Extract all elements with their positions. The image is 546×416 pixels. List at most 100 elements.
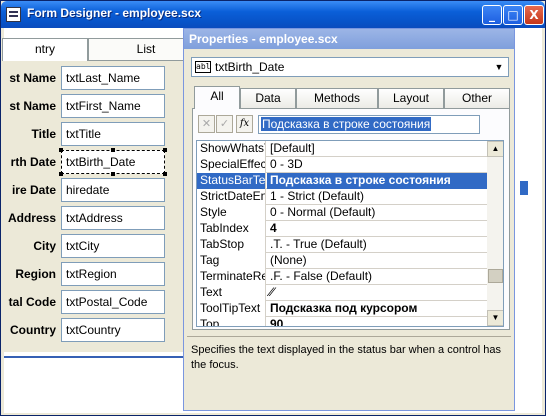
app-icon xyxy=(6,7,21,22)
field-label: City xyxy=(33,239,56,253)
property-row[interactable]: Style 0 - Normal (Default) xyxy=(197,205,487,221)
form-designer-title: Form Designer - employee.scx xyxy=(27,6,202,20)
property-value: ⁄⁄ xyxy=(270,285,275,299)
field-label: Address xyxy=(7,211,56,225)
property-description: Specifies the text displayed in the stat… xyxy=(187,336,511,408)
field-row: ire Date hiredate xyxy=(4,178,204,202)
property-name: TerminateRe xyxy=(197,269,266,285)
tab-other[interactable]: Other xyxy=(444,88,510,108)
field-row: st Name txtFirst_Name xyxy=(4,94,204,118)
field-label: ire Date xyxy=(11,183,56,197)
textbox[interactable]: hiredate xyxy=(61,178,165,202)
textbox[interactable]: txtCity xyxy=(61,234,165,258)
property-value: Подсказка под курсором xyxy=(270,301,418,315)
property-row[interactable]: Top 90 xyxy=(197,317,487,326)
field-row: tal Code txtPostal_Code xyxy=(4,290,204,314)
property-name: TabStop xyxy=(197,237,266,253)
textbox[interactable]: txtCountry xyxy=(61,318,165,342)
property-value: 4 xyxy=(270,221,277,235)
properties-titlebar[interactable]: Properties - employee.scx xyxy=(184,29,514,49)
field-row: Country txtCountry xyxy=(4,318,204,342)
field-label: st Name xyxy=(9,99,56,113)
property-name: Text xyxy=(197,285,266,301)
property-value: (None) xyxy=(270,253,307,267)
field-row: Title txtTitle xyxy=(4,122,204,146)
fx-icon[interactable]: fx xyxy=(236,115,253,133)
property-name: TabIndex xyxy=(197,221,266,237)
maximize-icon[interactable]: □ xyxy=(503,5,523,25)
property-grid: ShowWhatsT [Default] SpecialEffect 0 - 3… xyxy=(196,140,504,327)
property-value: 0 - Normal (Default) xyxy=(270,205,376,219)
property-value: .T. - True (Default) xyxy=(270,237,367,251)
property-row[interactable]: StrictDateEnt 1 - Strict (Default) xyxy=(197,189,487,205)
scroll-up-icon[interactable]: ▲ xyxy=(487,141,503,157)
property-name: ShowWhatsT xyxy=(197,141,266,157)
scrollbar-thumb[interactable] xyxy=(488,269,503,283)
property-row[interactable]: TabIndex 4 xyxy=(197,221,487,237)
tab-layout[interactable]: Layout xyxy=(378,88,444,108)
property-row[interactable]: TerminateRe .F. - False (Default) xyxy=(197,269,487,285)
property-row[interactable]: ShowWhatsT [Default] xyxy=(197,141,487,157)
textbox-icon: abl xyxy=(195,61,211,73)
property-name: Tag xyxy=(197,253,266,269)
property-name: Style xyxy=(197,205,266,221)
textbox[interactable]: txtPostal_Code xyxy=(61,290,165,314)
property-value-text: Подсказка в строке состояния xyxy=(261,117,432,131)
form-tabs: ntry List xyxy=(2,38,204,61)
property-row-selected[interactable]: StatusBarTex Подсказка в строке состояни… xyxy=(197,173,487,189)
scroll-down-icon[interactable]: ▼ xyxy=(487,310,503,326)
minimize-icon[interactable]: _ xyxy=(482,5,502,25)
textbox[interactable]: txtLast_Name xyxy=(61,66,165,90)
properties-panel: ✕ ✓ fx Подсказка в строке состояния Show… xyxy=(192,108,510,330)
property-grid-scrollbar[interactable]: ▲ ▼ xyxy=(487,141,503,326)
field-row-selected: rth Date txtBirth_Date xyxy=(4,148,204,176)
tab-all[interactable]: All xyxy=(194,86,240,109)
field-row: Region txtRegion xyxy=(4,262,204,286)
property-row[interactable]: Text ⁄⁄ xyxy=(197,285,487,301)
selection-handle[interactable] xyxy=(111,172,115,176)
textbox[interactable]: txtAddress xyxy=(61,206,165,230)
property-name: Top xyxy=(197,317,266,326)
field-row: Address txtAddress xyxy=(4,206,204,230)
form-designer-titlebar[interactable]: Form Designer - employee.scx _ □ X xyxy=(1,1,545,28)
property-name: SpecialEffect xyxy=(197,157,266,173)
textbox[interactable]: txtTitle xyxy=(61,122,165,146)
tab-entry[interactable]: ntry xyxy=(2,38,88,61)
object-selector[interactable]: abl txtBirth_Date ▼ xyxy=(191,57,509,77)
field-label: Title xyxy=(31,127,56,141)
field-row: st Name txtLast_Name xyxy=(4,66,204,90)
selection-handle[interactable] xyxy=(163,148,167,152)
property-row[interactable]: Tag (None) xyxy=(197,253,487,269)
designer-blank-area xyxy=(4,358,204,413)
property-name: ToolTipText xyxy=(197,301,266,317)
form-page: st Name txtLast_Name st Name txtFirst_Na… xyxy=(4,60,204,352)
selection-handle[interactable] xyxy=(59,172,63,176)
property-row[interactable]: TabStop .T. - True (Default) xyxy=(197,237,487,253)
tab-methods[interactable]: Methods xyxy=(296,88,378,108)
field-label: st Name xyxy=(9,71,56,85)
property-value-input[interactable]: Подсказка в строке состояния xyxy=(258,115,480,134)
tab-data[interactable]: Data xyxy=(240,88,296,108)
property-row[interactable]: ToolTipText Подсказка под курсором xyxy=(197,301,487,317)
close-icon[interactable]: X xyxy=(524,5,544,25)
check-icon[interactable]: ✓ xyxy=(216,115,233,133)
object-name: txtBirth_Date xyxy=(215,60,285,74)
cancel-icon[interactable]: ✕ xyxy=(198,115,215,133)
property-name: StatusBarTex xyxy=(197,173,266,189)
field-label: rth Date xyxy=(10,155,56,169)
chevron-down-icon[interactable]: ▼ xyxy=(492,60,506,74)
property-row[interactable]: SpecialEffect 0 - 3D xyxy=(197,157,487,173)
field-label: Country xyxy=(10,323,56,337)
property-value: Подсказка в строке состояния xyxy=(267,173,487,189)
textbox[interactable]: txtRegion xyxy=(61,262,165,286)
textbox[interactable]: txtFirst_Name xyxy=(61,94,165,118)
textbox-selected[interactable]: txtBirth_Date xyxy=(61,150,165,174)
field-label: tal Code xyxy=(8,295,56,309)
properties-window: Properties - employee.scx abl txtBirth_D… xyxy=(183,28,515,411)
selection-handle[interactable] xyxy=(163,172,167,176)
selection-handle[interactable] xyxy=(59,148,63,152)
background-window-fragment xyxy=(520,181,528,195)
field-row: City txtCity xyxy=(4,234,204,258)
selection-handle[interactable] xyxy=(111,148,115,152)
property-edit-bar: ✕ ✓ fx Подсказка в строке состояния xyxy=(198,115,503,135)
